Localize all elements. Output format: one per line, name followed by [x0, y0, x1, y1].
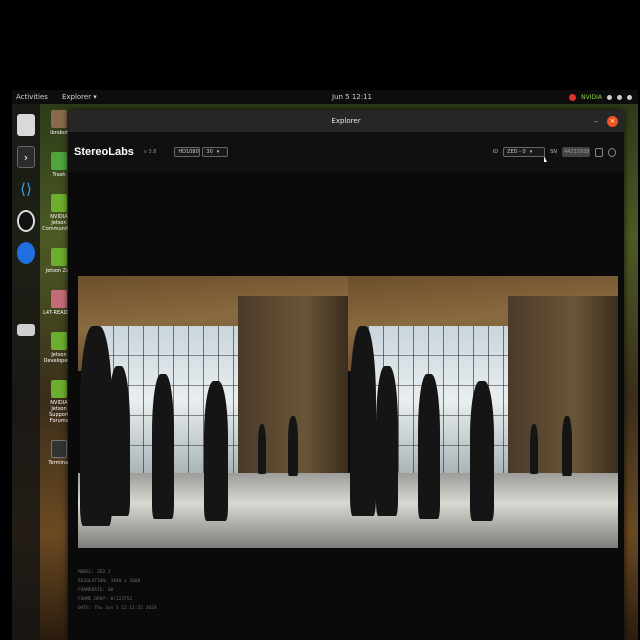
nvidia-indicator[interactable]: NVIDIA	[581, 94, 602, 101]
nvidia-link-icon	[51, 194, 67, 212]
nvidia-link-icon	[51, 248, 67, 266]
resolution-select[interactable]: HD1080 ▾	[174, 147, 205, 157]
serial-field[interactable]: 44233938	[562, 147, 590, 157]
files-icon[interactable]	[17, 114, 35, 136]
drive-icon[interactable]	[17, 324, 35, 336]
readme-icon	[51, 290, 67, 308]
device-label: ID	[492, 149, 499, 155]
info-line: MODEL: ZED 2	[78, 570, 111, 575]
network-icon[interactable]	[607, 94, 612, 100]
mouse-cursor-icon	[544, 156, 547, 162]
activities-button[interactable]: Activities	[16, 93, 48, 101]
chromium-icon[interactable]	[17, 242, 35, 264]
device-select[interactable]: ZED - 0 ▾	[503, 147, 546, 157]
chevron-down-icon: ▾	[216, 149, 220, 155]
explorer-window: Explorer – × StereoLabs v 3.8 HD1080 ▾ 3…	[68, 110, 624, 640]
clock[interactable]: Jun 5 12:11	[332, 93, 372, 101]
chevron-down-icon: ▾	[529, 149, 533, 155]
brand-logo: StereoLabs	[74, 146, 134, 158]
info-line: RESOLUTION: 3840 x 1080	[78, 579, 141, 584]
terminal-icon[interactable]: ›	[17, 146, 35, 168]
close-icon[interactable]: ×	[607, 115, 618, 127]
right-camera-view	[348, 276, 618, 548]
terminal-icon	[51, 440, 67, 458]
fps-select[interactable]: 30 ▾	[202, 147, 229, 157]
obs-icon[interactable]	[17, 210, 35, 232]
vscode-icon[interactable]: ⟨⟩	[17, 178, 35, 200]
device-controls: ID ZED - 0 ▾ SN 44233938	[493, 147, 616, 157]
window-title: Explorer	[331, 117, 361, 125]
stereo-viewer	[78, 276, 618, 548]
settings-icon[interactable]	[608, 147, 616, 157]
left-camera-view	[78, 276, 348, 548]
info-line: FRAME DROP: 0/123752	[78, 597, 133, 602]
top-bar: Activities Explorer ▾ Jun 5 12:11 NVIDIA	[12, 90, 638, 104]
app-header: StereoLabs v 3.8 HD1080 ▾ 30 ▾ ID ZED - …	[68, 132, 624, 172]
info-line: DATE: Thu Jun 5 12:11:35 2024	[78, 606, 157, 611]
camera-info-panel: MODEL: ZED 2 RESOLUTION: 3840 x 1080 FRA…	[78, 568, 378, 613]
record-icon[interactable]	[569, 93, 577, 101]
trash-icon	[51, 152, 67, 170]
nvidia-link-icon	[51, 332, 67, 350]
nvidia-link-icon	[51, 380, 67, 398]
volume-icon[interactable]	[617, 94, 622, 100]
window-titlebar[interactable]: Explorer – ×	[68, 110, 624, 132]
serial-label: SN	[550, 149, 557, 155]
window-controls: – ×	[594, 115, 618, 127]
folder-icon	[51, 110, 67, 128]
dock: › ⟨⟩	[12, 104, 40, 640]
minimize-icon[interactable]: –	[594, 117, 598, 126]
system-tray[interactable]: NVIDIA	[569, 93, 632, 101]
info-line: FRAMERATE: 30	[78, 588, 114, 593]
power-icon[interactable]	[627, 94, 632, 100]
version-label: v 3.8	[143, 149, 157, 155]
refresh-icon[interactable]	[595, 147, 603, 157]
app-menu[interactable]: Explorer ▾	[62, 93, 97, 101]
